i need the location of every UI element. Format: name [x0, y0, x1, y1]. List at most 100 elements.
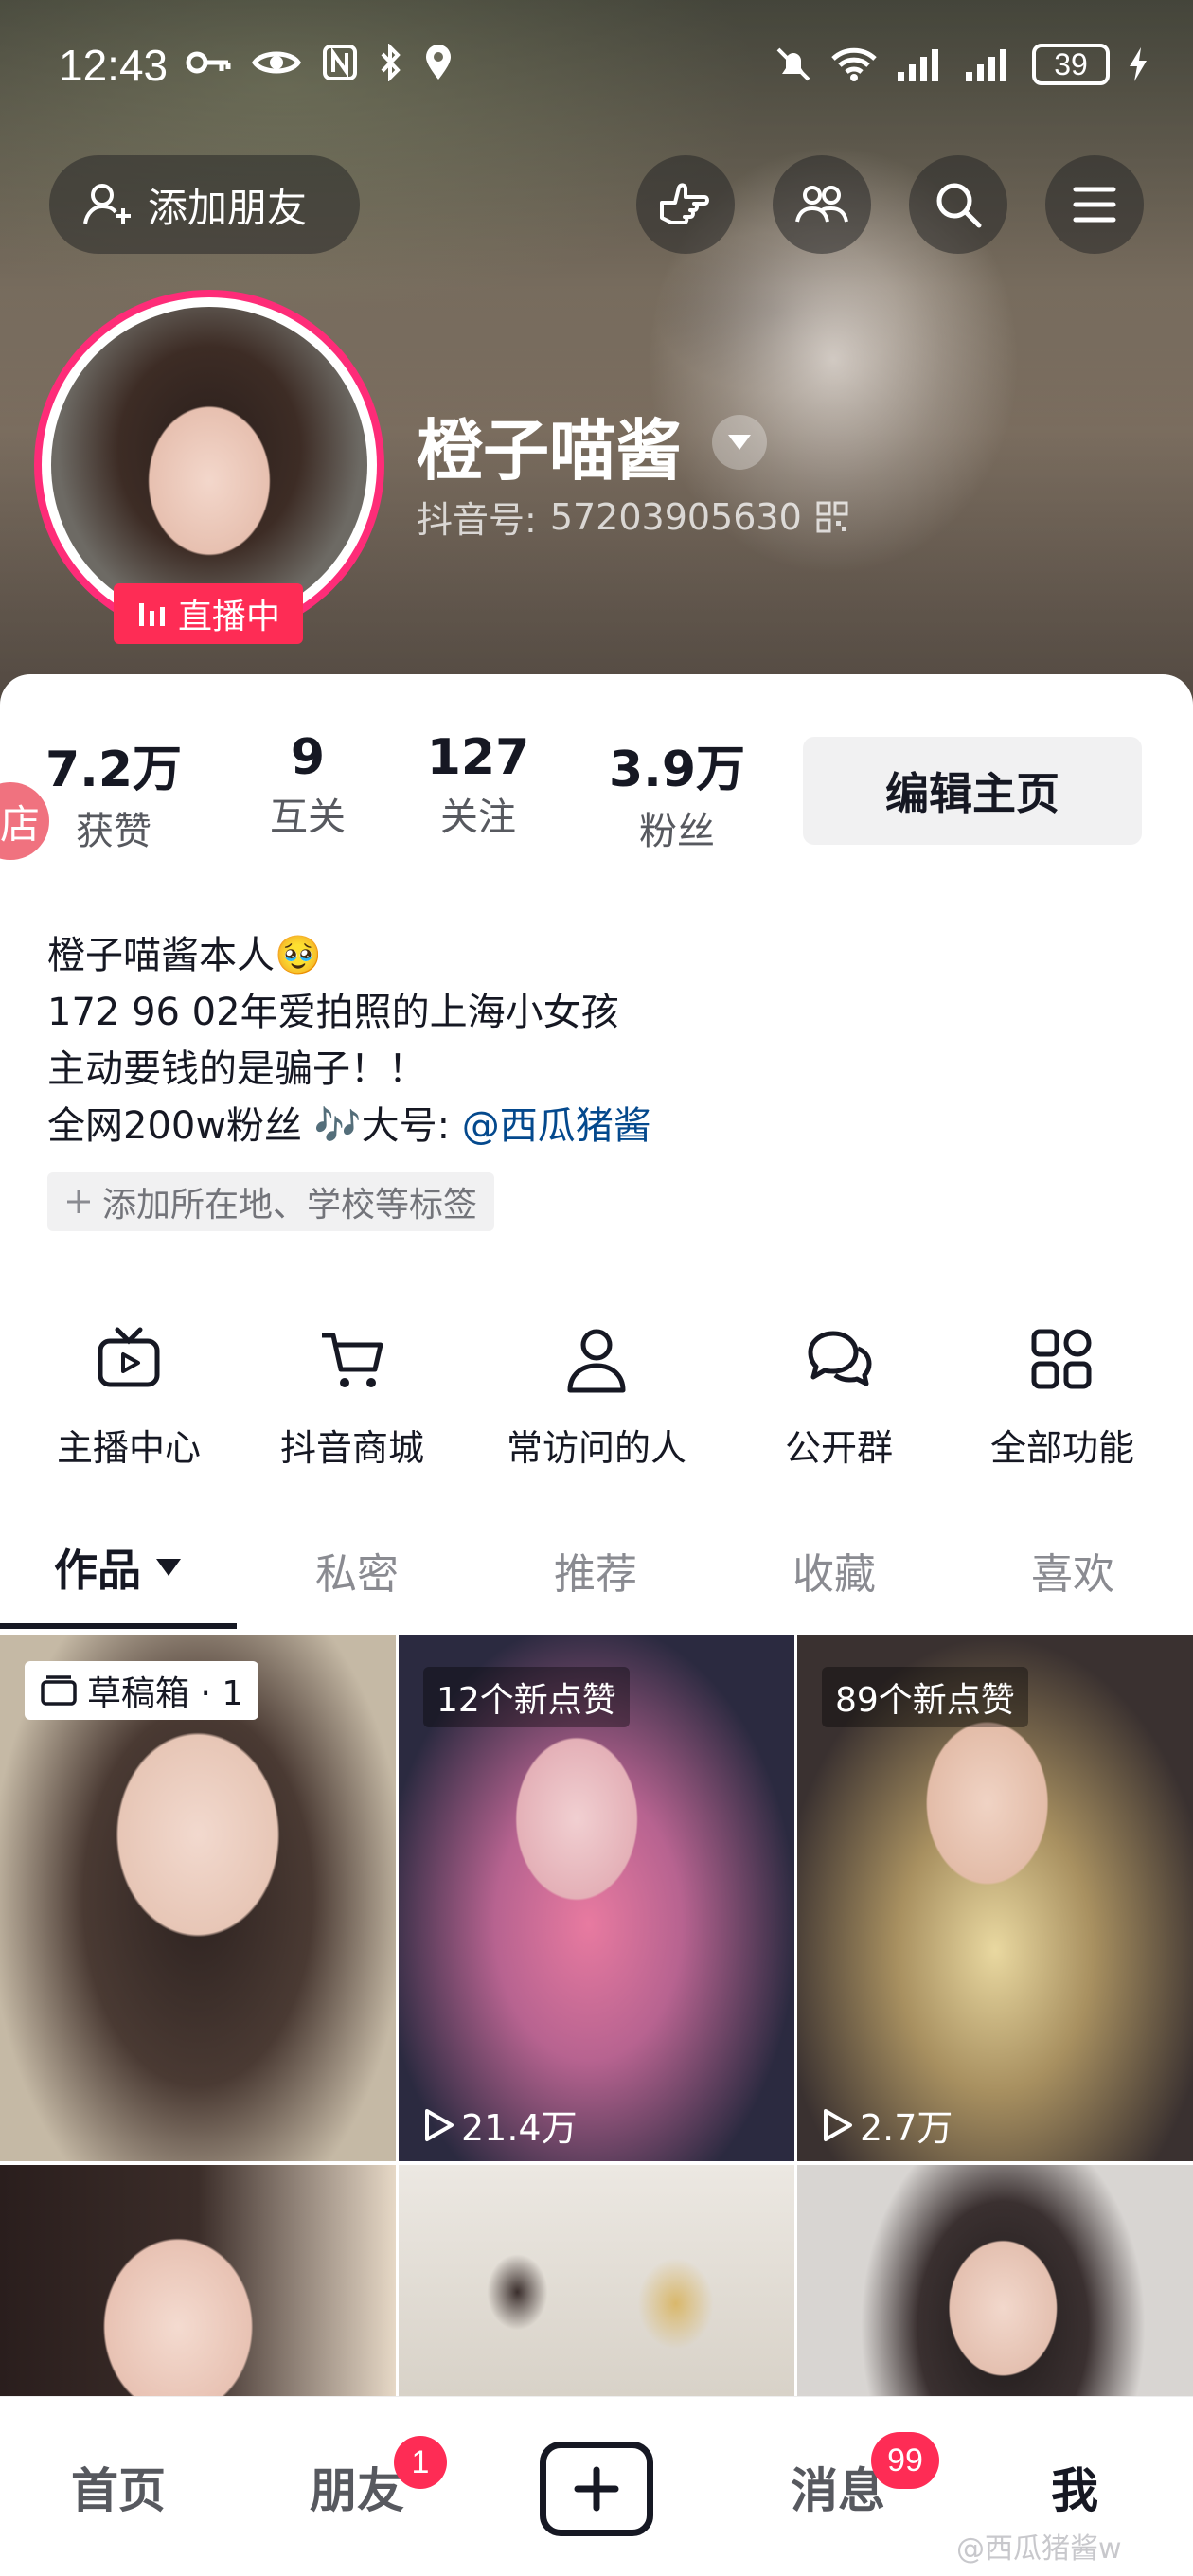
quick-action-label: 常访问的人: [506, 1427, 686, 1469]
drafts-label: 草稿箱 · 1: [87, 1674, 244, 1713]
quick-action-all-features[interactable]: 全部功能: [968, 1322, 1157, 1471]
video-tile[interactable]: 89个新点赞 2.7万: [797, 1635, 1193, 2161]
charging-icon: [1130, 47, 1147, 81]
stat-followers[interactable]: 3.9万 粉丝: [587, 729, 767, 855]
bio-line-3: 主动要钱的是骗子！！: [47, 1047, 426, 1091]
play-count-value: 21.4万: [461, 2107, 578, 2149]
friends-badge: 1: [394, 2436, 447, 2489]
profile-name: 橙子喵酱: [417, 412, 682, 490]
video-tile[interactable]: 12个新点赞 21.4万: [399, 1635, 794, 2161]
stat-likes[interactable]: 7.2万 获赞: [28, 729, 199, 855]
avatar-image: [51, 307, 367, 623]
group-chat-icon: [808, 1331, 872, 1386]
hand-pointer-icon: [660, 183, 709, 224]
video-tile[interactable]: 草稿箱 · 1: [0, 1635, 396, 2161]
quick-action-streamer-center[interactable]: 主播中心: [34, 1322, 223, 1471]
new-likes-label: 89个新点赞: [822, 1667, 1028, 1727]
bell-muted-icon: [776, 47, 810, 81]
caret-down-icon: [156, 1559, 181, 1576]
account-switch-button[interactable]: [712, 415, 767, 470]
drafts-badge[interactable]: 草稿箱 · 1: [25, 1661, 259, 1720]
stat-label: 互关: [270, 796, 346, 839]
douyin-id-label: 抖音号:: [417, 499, 537, 541]
bio-line-4-prefix: 全网200w粉丝 🎶大号:: [47, 1104, 451, 1148]
tab-works[interactable]: 作品: [0, 1536, 237, 1599]
battery-indicator: 39: [1032, 44, 1110, 85]
key-icon: [186, 51, 231, 74]
quick-action-label: 全部功能: [989, 1427, 1134, 1469]
stat-mutual[interactable]: 9 互关: [237, 729, 379, 841]
stat-value: 7.2万: [45, 742, 183, 798]
edit-profile-button[interactable]: 编辑主页: [803, 737, 1142, 845]
douyin-id-row[interactable]: 抖音号: 57203905630: [417, 491, 849, 543]
status-icons-right: 39: [775, 44, 1149, 85]
messages-badge: 99: [871, 2432, 939, 2489]
tab-recommend[interactable]: 推荐: [477, 1540, 714, 1601]
grid-icon: [1031, 1329, 1092, 1389]
chevron-down-icon: [728, 435, 751, 450]
live-bars-icon: [138, 603, 165, 626]
stat-value: 127: [426, 729, 530, 786]
wifi-icon: [831, 47, 877, 81]
quick-action-label: 抖音商城: [279, 1427, 424, 1469]
create-button[interactable]: [540, 2442, 653, 2536]
people-icon: [795, 186, 848, 223]
tab-label: 作品: [54, 1545, 141, 1596]
add-tag-button[interactable]: 添加所在地、学校等标签: [47, 1172, 495, 1231]
video-tile[interactable]: [0, 2165, 396, 2396]
quick-action-label: 主播中心: [56, 1427, 201, 1469]
tab-private[interactable]: 私密: [239, 1540, 475, 1601]
new-likes-label: 12个新点赞: [423, 1667, 630, 1727]
drafts-box-icon: [41, 1675, 77, 1706]
status-icons-left: [186, 44, 453, 81]
add-friend-button[interactable]: 添加朋友: [49, 155, 360, 254]
tab-likes[interactable]: 喜欢: [954, 1540, 1191, 1601]
play-icon: [425, 2108, 454, 2141]
stat-label: 获赞: [76, 810, 151, 853]
mention-link[interactable]: @西瓜猪酱: [462, 1104, 651, 1148]
cart-icon: [322, 1333, 383, 1387]
stat-label: 关注: [440, 796, 516, 839]
live-badge[interactable]: 直播中: [114, 583, 303, 644]
stat-label: 粉丝: [639, 810, 715, 853]
add-tag-label: 添加所在地、学校等标签: [102, 1186, 478, 1225]
quick-action-frequent-visitors[interactable]: 常访问的人: [483, 1322, 710, 1471]
play-count: 2.7万: [820, 2099, 953, 2151]
search-icon: [936, 183, 982, 228]
video-tile[interactable]: [797, 2165, 1193, 2396]
watermark: @西瓜猪酱w: [956, 2532, 1122, 2566]
stat-value: 3.9万: [608, 742, 746, 798]
douyin-id-value: 57203905630: [549, 495, 802, 538]
play-count-value: 2.7万: [860, 2107, 953, 2149]
bio-line-4: 全网200w粉丝 🎶大号: @西瓜猪酱: [47, 1095, 651, 1150]
followers-button[interactable]: [773, 155, 871, 254]
search-button[interactable]: [909, 155, 1007, 254]
qr-code-icon: [816, 501, 848, 532]
person-icon: [567, 1329, 626, 1393]
stat-following[interactable]: 127 关注: [407, 729, 549, 841]
video-tile[interactable]: [399, 2165, 794, 2396]
menu-button[interactable]: [1045, 155, 1144, 254]
nav-home[interactable]: 首页: [38, 2453, 199, 2521]
plus-icon: [574, 2466, 619, 2512]
quick-action-label: 公开群: [784, 1427, 893, 1469]
quick-action-public-group[interactable]: 公开群: [744, 1322, 934, 1471]
eye-icon: [252, 51, 301, 74]
bio-line-1: 橙子喵酱本人🥹: [47, 934, 322, 977]
add-person-icon: [83, 184, 131, 224]
signal-icon-2: [966, 49, 1006, 81]
active-tab-indicator: [0, 1623, 237, 1629]
visitor-button[interactable]: [636, 155, 735, 254]
play-icon: [824, 2108, 852, 2141]
play-count: 21.4万: [421, 2099, 578, 2151]
status-time: 12:43: [59, 41, 169, 90]
add-friend-label: 添加朋友: [148, 184, 308, 231]
signal-icon-1: [898, 49, 938, 81]
nav-me[interactable]: 我: [994, 2453, 1155, 2521]
tv-icon: [98, 1327, 160, 1387]
tab-favorites[interactable]: 收藏: [716, 1540, 953, 1601]
location-icon: [426, 45, 451, 80]
live-label: 直播中: [177, 598, 280, 636]
quick-action-mall[interactable]: 抖音商城: [258, 1322, 447, 1471]
stat-value: 9: [290, 729, 326, 786]
